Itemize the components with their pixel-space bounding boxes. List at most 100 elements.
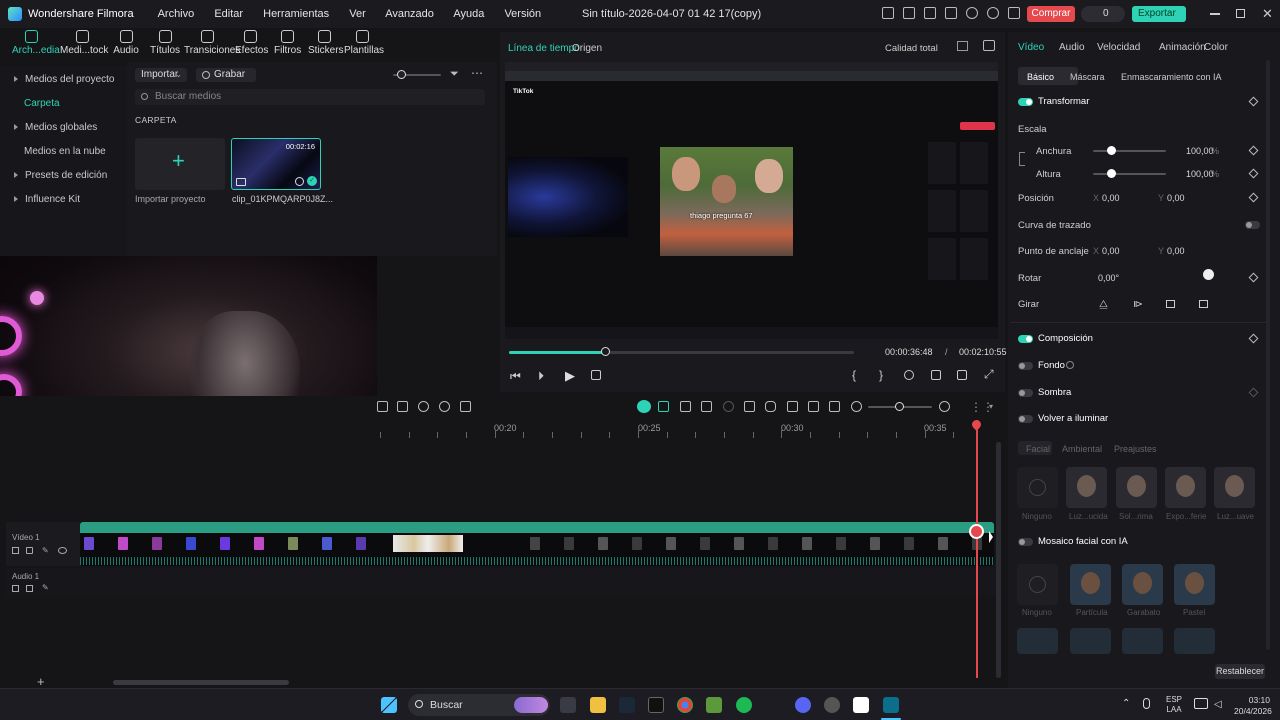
filmora-taskbar-icon[interactable] bbox=[883, 697, 899, 713]
flip-horizontal-icon[interactable]: ⧋ bbox=[1099, 299, 1108, 310]
subtab-ai-mask[interactable]: Enmascaramiento con IA bbox=[1121, 72, 1222, 82]
windows-start-icon[interactable] bbox=[381, 697, 397, 713]
zoom-in-icon[interactable] bbox=[939, 401, 950, 412]
media-clip-thumbnail[interactable]: 00:02:16 ✓ bbox=[231, 138, 321, 190]
mark-in-icon[interactable]: { bbox=[852, 368, 856, 382]
tool-stickers[interactable]: Stickers bbox=[308, 30, 344, 56]
add-track-icon[interactable]: + bbox=[37, 674, 45, 689]
chevron-up-icon[interactable]: ⌃ bbox=[1122, 698, 1130, 709]
speaker-icon[interactable] bbox=[26, 547, 33, 554]
snap-icon[interactable] bbox=[658, 401, 669, 412]
tool-filters[interactable]: Filtros bbox=[274, 30, 301, 56]
zoom-out-icon[interactable] bbox=[851, 401, 862, 412]
preview-progress-bar[interactable] bbox=[509, 351, 854, 354]
mosaic-preset-particle[interactable] bbox=[1070, 564, 1111, 605]
record-dropdown[interactable]: Grabar bbox=[196, 68, 256, 82]
play-reverse-icon[interactable]: ⏵ bbox=[538, 369, 544, 384]
marker-link-icon[interactable] bbox=[701, 401, 712, 412]
menu-version[interactable]: Versión bbox=[504, 8, 541, 20]
lock-icon[interactable] bbox=[12, 547, 19, 554]
ai-tools-icon[interactable] bbox=[439, 401, 450, 412]
relight-preset-3[interactable] bbox=[1165, 467, 1206, 508]
nav-global-media[interactable]: Medios globales bbox=[14, 122, 97, 133]
relight-preset-none[interactable] bbox=[1017, 467, 1058, 508]
background-toggle[interactable] bbox=[1018, 362, 1033, 370]
shadow-toggle[interactable] bbox=[1018, 389, 1033, 397]
buy-button[interactable]: Comprar bbox=[1027, 6, 1075, 22]
subtab-mask[interactable]: Máscara bbox=[1070, 72, 1105, 82]
preview-screen[interactable]: TikTok thiago pregunta 67 bbox=[505, 62, 998, 339]
network-icon[interactable] bbox=[1194, 698, 1208, 709]
more-options-icon[interactable]: ⋯ bbox=[471, 66, 483, 80]
auto-reframe-icon[interactable] bbox=[460, 401, 471, 412]
audio-mixer-icon[interactable] bbox=[787, 401, 798, 412]
nav-edit-presets[interactable]: Presets de edición bbox=[14, 170, 107, 181]
timeline-zoom-slider[interactable] bbox=[868, 402, 932, 411]
position-x-input[interactable]: 0,00 bbox=[1102, 193, 1120, 203]
properties-scrollbar[interactable] bbox=[1266, 60, 1270, 650]
shield-marker-icon[interactable] bbox=[744, 401, 755, 412]
menu-ver[interactable]: Ver bbox=[349, 8, 366, 20]
mosaic-preset-extra[interactable] bbox=[1122, 628, 1163, 654]
grid-icon[interactable] bbox=[957, 41, 968, 51]
rotate-dial-icon[interactable] bbox=[1203, 269, 1214, 280]
render-preview-icon[interactable] bbox=[904, 370, 914, 380]
progress-knob[interactable] bbox=[600, 347, 610, 356]
relight-tab-presets[interactable]: Preajustes bbox=[1114, 444, 1157, 454]
mosaic-preset-extra[interactable] bbox=[1017, 628, 1058, 654]
tool-effects[interactable]: Efectos bbox=[235, 30, 268, 56]
language-indicator[interactable]: ESP LAA bbox=[1166, 695, 1182, 715]
tab-source-preview[interactable]: Origen bbox=[572, 43, 602, 54]
tool-audio[interactable]: Audio bbox=[112, 30, 140, 56]
close-icon[interactable]: ✕ bbox=[1262, 6, 1273, 22]
rotate-right-icon[interactable] bbox=[1199, 300, 1208, 308]
pencil-icon[interactable]: ✎ bbox=[42, 583, 49, 592]
shield-icon[interactable] bbox=[945, 7, 957, 19]
mosaic-preset-pastel[interactable] bbox=[1174, 564, 1215, 605]
width-slider[interactable] bbox=[1093, 146, 1166, 155]
thumbnail-size-slider[interactable] bbox=[393, 70, 441, 79]
path-curve-toggle[interactable] bbox=[1245, 221, 1260, 229]
menu-archivo[interactable]: Archivo bbox=[158, 8, 195, 20]
color-match-icon[interactable] bbox=[418, 401, 429, 412]
timeline-horizontal-scrollbar[interactable] bbox=[113, 680, 289, 685]
nav-influence-kit[interactable]: Influence Kit bbox=[14, 194, 80, 205]
chevron-down-icon[interactable]: ▾ bbox=[989, 402, 993, 411]
info-icon[interactable] bbox=[1066, 361, 1074, 369]
relight-preset-4[interactable] bbox=[1214, 467, 1255, 508]
tab-animation[interactable]: Animación bbox=[1159, 42, 1206, 53]
settings-gear-icon[interactable] bbox=[824, 697, 840, 713]
prev-frame-icon[interactable]: ⏮ bbox=[510, 369, 521, 384]
flip-vertical-icon[interactable]: ⧐ bbox=[1133, 299, 1143, 310]
height-slider[interactable] bbox=[1093, 169, 1166, 178]
eye-icon[interactable] bbox=[58, 547, 67, 554]
fullscreen-icon[interactable]: ⤢ bbox=[984, 367, 994, 382]
anchor-x-input[interactable]: 0,00 bbox=[1102, 246, 1120, 256]
nav-cloud-media[interactable]: Medios en la nube bbox=[24, 146, 106, 157]
width-value[interactable]: 100,00 bbox=[1186, 146, 1214, 156]
tool-titles[interactable]: Títulos bbox=[150, 30, 180, 56]
credits-badge[interactable]: 0 bbox=[1081, 6, 1125, 22]
cloud-icon[interactable] bbox=[966, 7, 978, 19]
tool-transitions[interactable]: Transiciones bbox=[184, 30, 240, 56]
storage-icon[interactable] bbox=[924, 7, 936, 19]
spotify-icon[interactable] bbox=[736, 697, 752, 713]
mosaic-preset-extra[interactable] bbox=[1070, 628, 1111, 654]
ai-copilot-icon[interactable] bbox=[637, 400, 651, 413]
microphone-icon[interactable] bbox=[1143, 698, 1150, 709]
volume-icon[interactable]: ◁ bbox=[1214, 699, 1222, 710]
menu-editar[interactable]: Editar bbox=[214, 8, 243, 20]
media-search-input[interactable]: Buscar medios bbox=[135, 89, 485, 105]
speaker-icon[interactable] bbox=[26, 585, 33, 592]
ai-mosaic-toggle[interactable] bbox=[1018, 538, 1033, 546]
minimize-icon[interactable] bbox=[1210, 13, 1220, 15]
file-explorer-icon[interactable] bbox=[590, 697, 606, 713]
menu-herramientas[interactable]: Herramientas bbox=[263, 8, 329, 20]
steam-icon[interactable] bbox=[619, 697, 635, 713]
tool-media[interactable]: Arch...edia bbox=[12, 30, 60, 56]
task-view-icon[interactable] bbox=[560, 697, 576, 713]
import-dropdown[interactable]: Importar ⌄ bbox=[135, 68, 187, 82]
multicam-icon[interactable] bbox=[680, 401, 691, 412]
relight-toggle[interactable] bbox=[1018, 415, 1033, 423]
relight-preset-1[interactable] bbox=[1066, 467, 1107, 508]
